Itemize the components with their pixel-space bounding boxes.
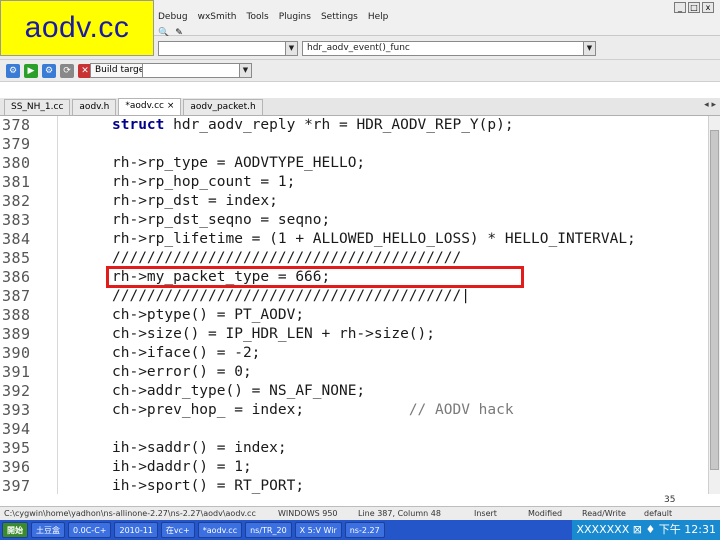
tab-bar: SS_NH_1.cc aodv.h *aodv.cc × aodv_packet… <box>0 98 720 116</box>
rebuild-icon[interactable]: ⟳ <box>60 64 74 78</box>
status-bar: C:\cygwin\home\yadhon\ns-allinone-2.27\n… <box>0 506 720 520</box>
close-icon[interactable]: × <box>167 101 175 111</box>
taskbar: 開始 土豆盒 0.0C-C+ 2010-11 在vc+ *aodv.cc ns/… <box>0 520 720 540</box>
taskbar-item-2[interactable]: 0.0C-C+ <box>68 522 112 538</box>
line-number: 391 <box>2 363 31 381</box>
line-number: 396 <box>2 458 31 476</box>
menu-debug[interactable]: Debug <box>158 12 188 22</box>
tab-scroll-arrows[interactable]: ◂ ▸ <box>704 100 716 110</box>
code-line[interactable]: ch->prev_hop_ = index; // AODV hack <box>112 401 514 420</box>
code-line[interactable]: ch->ptype() = PT_AODV; <box>112 306 304 325</box>
build-icon[interactable]: ⚙ <box>6 64 20 78</box>
code-line[interactable]: rh->rp_dst_seqno = seqno; <box>112 211 330 230</box>
tab-aodv-cc-label: *aodv.cc <box>125 101 164 111</box>
menu-settings[interactable]: Settings <box>321 12 358 22</box>
menu-help[interactable]: Help <box>368 12 389 22</box>
line-number: 386 <box>2 268 31 286</box>
menu-items: Debug wxSmith Tools Plugins Settings Hel… <box>158 12 388 22</box>
code-line[interactable]: ih->sport() = RT_PORT; <box>112 477 304 494</box>
build-icons: ⚙ ▶ ⚙ ⟳ ✕ <box>6 64 92 78</box>
line-number: 381 <box>2 173 31 191</box>
line-number: 380 <box>2 154 31 172</box>
status-file-path: C:\cygwin\home\yadhon\ns-allinone-2.27\n… <box>4 509 256 518</box>
line-number: 387 <box>2 287 31 305</box>
taskbar-item-7[interactable]: X 5:V Wir <box>294 522 342 538</box>
toolbar-build: ⚙ ▶ ⚙ ⟳ ✕ Build target: ▼ <box>0 60 720 82</box>
chevron-down-icon: ▼ <box>239 64 251 77</box>
status-modified: Modified <box>528 509 563 518</box>
status-cursor: Line 387, Column 48 <box>358 509 441 518</box>
close-button[interactable]: x <box>702 2 714 13</box>
function-combo[interactable]: hdr_aodv_event()_func ▼ <box>302 41 596 56</box>
menu-wxsmith[interactable]: wxSmith <box>198 12 237 22</box>
logo-text: aodv.cc <box>24 11 130 44</box>
scrollbar-thumb[interactable] <box>710 130 719 470</box>
line-number: 395 <box>2 439 31 457</box>
taskbar-item-8[interactable]: ns-2.27 <box>344 522 385 538</box>
chevron-down-icon: ▼ <box>583 42 595 55</box>
tab-aodv-packet-h[interactable]: aodv_packet.h <box>183 99 263 115</box>
code-line[interactable]: ////////////////////////////////////////… <box>112 287 470 306</box>
code-line[interactable]: rh->rp_hop_count = 1; <box>112 173 295 192</box>
status-mode: Insert <box>474 509 497 518</box>
code-line[interactable]: ih->saddr() = index; <box>112 439 287 458</box>
code-editor[interactable]: 378 struct hdr_aodv_reply *rh = HDR_AODV_… <box>0 116 708 494</box>
maximize-button[interactable]: □ <box>688 2 700 13</box>
line-number: 388 <box>2 306 31 324</box>
status-permissions: Read/Write <box>582 509 626 518</box>
tab-ss-nh-1[interactable]: SS_NH_1.cc <box>4 99 71 115</box>
line-number: 383 <box>2 211 31 229</box>
code-line[interactable]: rh->rp_dst = index; <box>112 192 278 211</box>
line-number: 392 <box>2 382 31 400</box>
line-number: 378 <box>2 116 31 134</box>
tab-aodv-cc[interactable]: *aodv.cc × <box>118 98 182 115</box>
line-number: 385 <box>2 249 31 267</box>
code-line[interactable]: rh->rp_type = AODVTYPE_HELLO; <box>112 154 365 173</box>
menu-tools[interactable]: Tools <box>247 12 269 22</box>
status-profile: default <box>644 509 673 518</box>
build-target-combo[interactable]: ▼ <box>142 63 252 78</box>
highlight-box <box>106 266 524 288</box>
code-line[interactable]: ch->size() = IP_HDR_LEN + rh->size(); <box>112 325 435 344</box>
taskbar-item-4[interactable]: 在vc+ <box>160 522 195 538</box>
line-number: 393 <box>2 401 31 419</box>
line-number: 379 <box>2 135 31 153</box>
function-combo-value: hdr_aodv_event()_func <box>307 43 410 53</box>
window-controls: _ □ x <box>674 2 714 13</box>
code-line[interactable]: rh->rp_lifetime = (1 + ALLOWED_HELLO_LOS… <box>112 230 636 249</box>
vertical-scrollbar[interactable] <box>708 116 720 494</box>
taskbar-item-6[interactable]: ns/TR_20 <box>245 522 292 538</box>
build-run-icon[interactable]: ⚙ <box>42 64 56 78</box>
line-number: 384 <box>2 230 31 248</box>
start-button[interactable]: 開始 <box>2 522 28 538</box>
minimize-button[interactable]: _ <box>674 2 686 13</box>
taskbar-item-3[interactable]: 2010-11 <box>114 522 158 538</box>
chevron-down-icon: ▼ <box>285 42 297 55</box>
code-line[interactable]: ch->addr_type() = NS_AF_NONE; <box>112 382 365 401</box>
code-line[interactable]: ch->iface() = -2; <box>112 344 260 363</box>
line-number: 397 <box>2 477 31 494</box>
run-icon[interactable]: ▶ <box>24 64 38 78</box>
menu-plugins[interactable]: Plugins <box>279 12 311 22</box>
status-encoding: WINDOWS 950 <box>278 509 338 518</box>
page-number: 35 <box>664 495 676 505</box>
code-line[interactable]: ch->error() = 0; <box>112 363 252 382</box>
line-number: 389 <box>2 325 31 343</box>
line-number: 394 <box>2 420 31 438</box>
system-tray: XXXXXXX ⊠ ♦ 下午 12:31 <box>572 520 720 540</box>
code-line[interactable]: ih->daddr() = 1; <box>112 458 252 477</box>
line-number: 382 <box>2 192 31 210</box>
code-line[interactable]: struct hdr_aodv_reply *rh = HDR_AODV_REP… <box>112 116 514 135</box>
scope-combo[interactable]: ▼ <box>158 41 298 56</box>
logo-box: aodv.cc <box>0 0 154 56</box>
line-number: 390 <box>2 344 31 362</box>
tab-aodv-h[interactable]: aodv.h <box>72 99 117 115</box>
taskbar-item-5[interactable]: *aodv.cc <box>197 522 243 538</box>
taskbar-item-1[interactable]: 土豆盒 <box>31 522 65 538</box>
